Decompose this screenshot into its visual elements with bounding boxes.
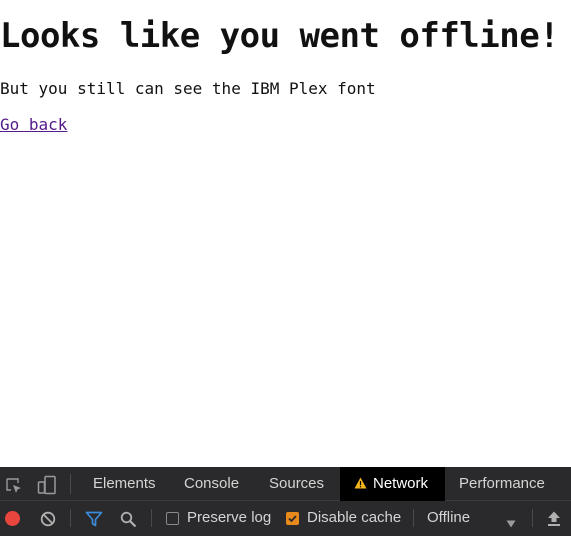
tab-sources-label: Sources [269,475,325,492]
throttling-value: Offline [427,509,471,526]
toolbar-divider-4 [532,509,533,527]
tab-elements-label: Elements [93,475,156,492]
tabbar-divider [70,474,71,494]
tab-performance[interactable]: Performance [445,467,559,501]
clear-icon[interactable] [40,511,56,527]
warning-icon [354,468,367,489]
record-icon[interactable] [5,511,20,526]
preserve-log-checkbox[interactable] [166,512,179,525]
filter-icon[interactable] [85,511,103,527]
devtools-tabbar: Elements Console Sources Network Perform… [0,467,571,501]
tab-elements[interactable]: Elements [79,467,170,501]
tab-console-label: Console [184,475,240,492]
import-har-icon[interactable] [546,510,562,527]
tab-performance-label: Performance [459,475,545,492]
search-icon[interactable] [120,511,137,528]
page-heading: Looks like you went offline! [0,16,560,56]
network-toolbar: Preserve log Disable cache Offline [0,501,571,536]
disable-cache-checkbox[interactable] [286,512,299,525]
go-back-link[interactable]: Go back [0,115,67,135]
throttling-select[interactable]: Offline [420,505,524,531]
toolbar-divider-1 [70,509,71,527]
tab-network-label: Network [373,475,429,492]
toolbar-divider-2 [151,509,152,527]
preserve-log-label[interactable]: Preserve log [187,509,271,526]
device-toolbar-icon[interactable] [37,475,57,495]
inspect-element-icon[interactable] [5,477,23,495]
tab-sources[interactable]: Sources [255,467,338,501]
chevron-down-icon [506,515,516,528]
toolbar-divider-3 [413,509,414,527]
offline-page: Looks like you went offline! But you sti… [0,0,571,467]
tab-network[interactable]: Network [340,467,445,501]
page-text: But you still can see the IBM Plex font [0,79,376,98]
tab-console[interactable]: Console [170,467,253,501]
devtools-panel: Elements Console Sources Network Perform… [0,467,571,536]
disable-cache-label[interactable]: Disable cache [307,509,401,526]
